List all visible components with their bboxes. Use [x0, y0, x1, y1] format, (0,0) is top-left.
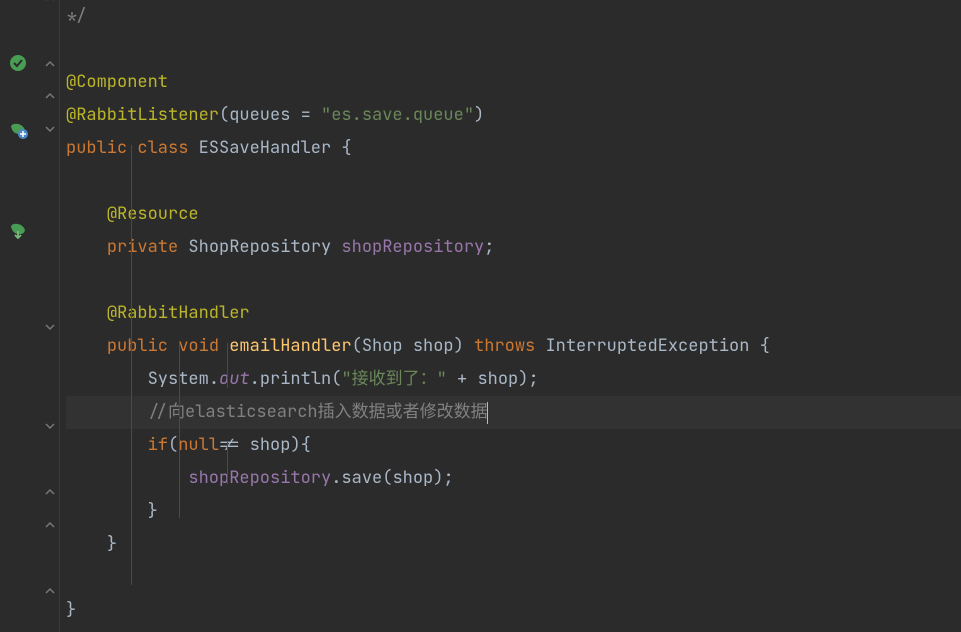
code-line: } [66, 594, 961, 627]
fold-close-icon[interactable] [44, 90, 56, 102]
code-line: @RabbitListener(queues = "es.save.queue"… [66, 99, 961, 132]
code-editor[interactable]: */ @Component @RabbitListener(queues = "… [60, 0, 961, 632]
fold-close-icon[interactable] [44, 585, 56, 597]
gutter-icon-area [0, 0, 40, 632]
fold-gutter [40, 0, 60, 632]
code-line: shopRepository.save(shop); [66, 462, 961, 495]
fold-close-icon[interactable] [44, 0, 56, 4]
code-line: */ [66, 0, 961, 33]
code-line: } [66, 495, 961, 528]
code-line [66, 33, 961, 66]
code-line: @Resource [66, 198, 961, 231]
code-line [66, 165, 961, 198]
code-line [66, 264, 961, 297]
code-line: System.out.println("接收到了：" + shop); [66, 363, 961, 396]
implemented-icon[interactable] [7, 52, 29, 74]
fold-open-icon[interactable] [44, 420, 56, 432]
code-line: private ShopRepository shopRepository; [66, 231, 961, 264]
code-line: } [66, 528, 961, 561]
fold-open-icon[interactable] [44, 321, 56, 333]
code-line: public void emailHandler(Shop shop) thro… [66, 330, 961, 363]
code-line: if(null!= shop){ [66, 429, 961, 462]
bean-inject-icon[interactable] [7, 218, 29, 240]
code-line-active: //向elasticsearch插入数据或者修改数据 [66, 396, 961, 429]
indent-guide [227, 442, 228, 484]
fold-close-icon[interactable] [44, 519, 56, 531]
indent-guide [227, 343, 228, 388]
code-line: public class ESSaveHandler { [66, 132, 961, 165]
code-line [66, 561, 961, 594]
fold-open-icon[interactable] [44, 123, 56, 135]
bean-icon[interactable] [7, 118, 29, 140]
indent-guide [131, 145, 132, 585]
indent-guide [179, 343, 180, 518]
code-line: @Component [66, 66, 961, 99]
text-caret [487, 402, 488, 424]
fold-close-icon[interactable] [44, 486, 56, 498]
code-line: @RabbitHandler [66, 297, 961, 330]
fold-close-icon[interactable] [44, 58, 56, 70]
